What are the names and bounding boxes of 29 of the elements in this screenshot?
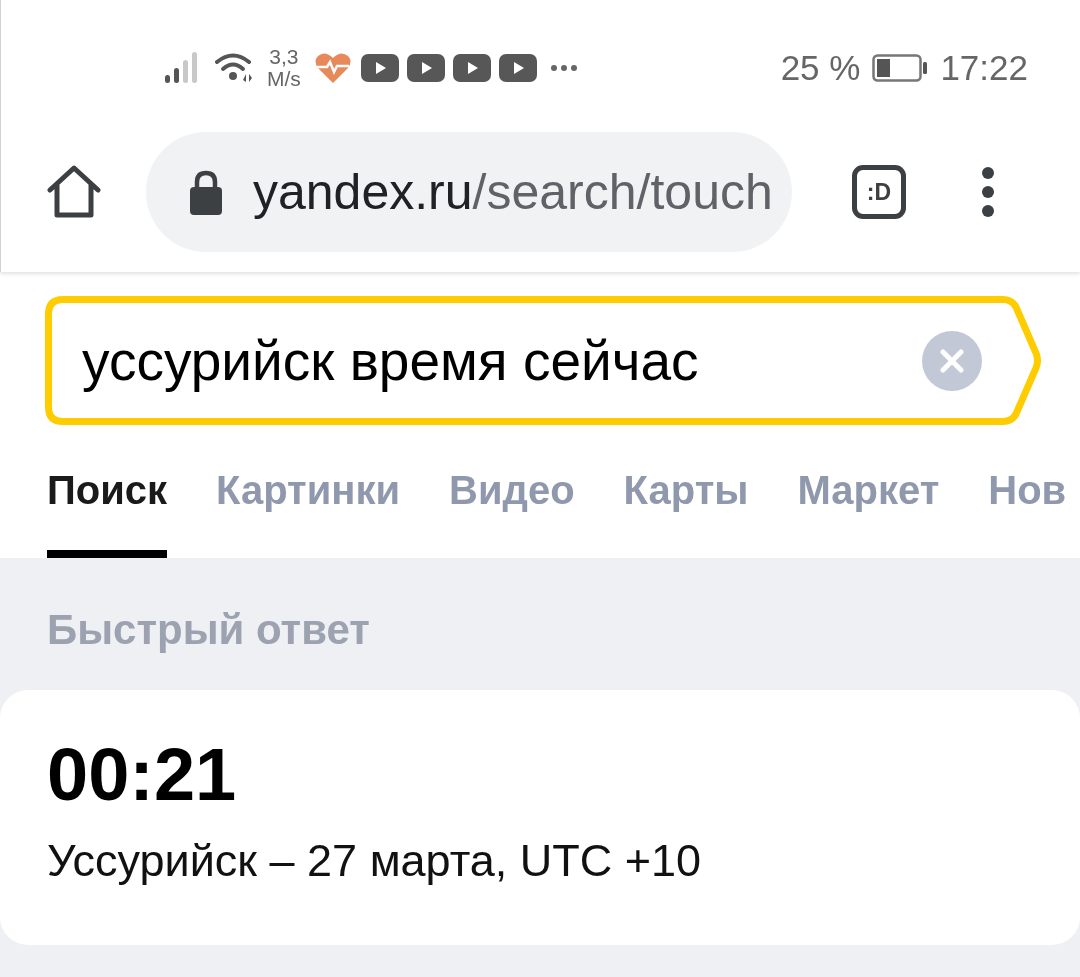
- clock-time: 17:22: [940, 46, 1028, 89]
- search-tab[interactable]: Карты: [623, 460, 749, 558]
- current-time: 00:21: [47, 735, 237, 815]
- play-icon: [406, 54, 445, 82]
- home-button[interactable]: [45, 163, 103, 221]
- close-icon: [940, 348, 964, 373]
- address-bar[interactable]: yandex.ru/search/touch: [146, 132, 792, 252]
- search-tab[interactable]: Нов: [988, 460, 1067, 558]
- search-tab[interactable]: Маркет: [797, 460, 940, 558]
- more-notifications-icon: [550, 65, 577, 71]
- battery-icon: [872, 54, 929, 82]
- search-tab[interactable]: Поиск: [47, 460, 168, 558]
- section-heading: Быстрый ответ: [47, 605, 370, 655]
- search-tab[interactable]: Видео: [449, 460, 575, 558]
- wifi-icon: [215, 52, 255, 84]
- menu-icon: [982, 167, 994, 217]
- search-field[interactable]: уссурийск время сейчас: [45, 296, 1042, 425]
- play-icon: [498, 54, 537, 82]
- lock-icon: [190, 169, 222, 215]
- battery-percent: 25 %: [780, 46, 861, 89]
- network-speed: 3,3 M/s: [267, 46, 301, 90]
- heart-pulse-icon: [314, 52, 351, 84]
- url-text: yandex.ru/search/touch: [253, 163, 773, 222]
- search-tab[interactable]: Картинки: [216, 460, 401, 558]
- location-date: Уссурийск – 27 марта, UTC +10: [47, 835, 702, 887]
- play-icon: [452, 54, 491, 82]
- home-icon: [46, 165, 102, 219]
- tab-switcher-button[interactable]: :D: [852, 165, 906, 219]
- play-icon: [360, 54, 399, 82]
